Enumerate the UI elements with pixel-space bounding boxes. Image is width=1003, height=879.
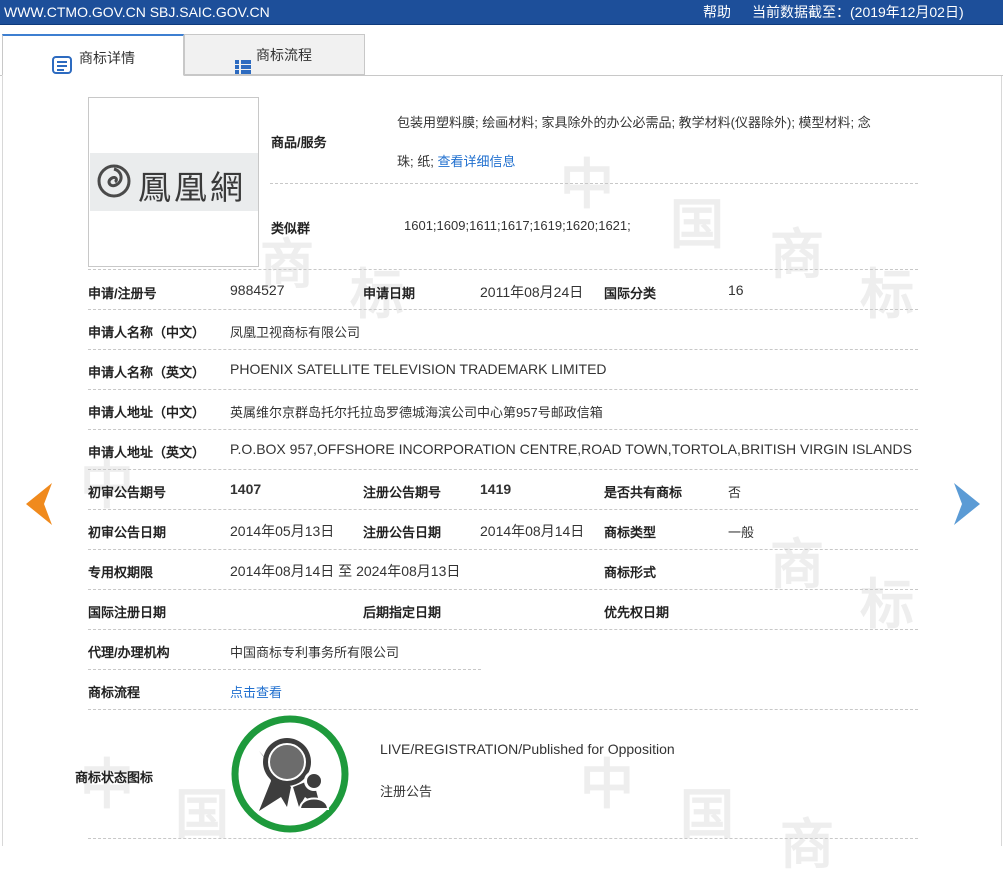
divider bbox=[88, 669, 481, 670]
divider bbox=[88, 429, 918, 430]
tm-type-value: 一般 bbox=[728, 525, 755, 540]
view-details-link[interactable]: 查看详细信息 bbox=[437, 154, 515, 169]
flow-link[interactable]: 点击查看 bbox=[230, 682, 282, 701]
status-cn: 注册公告 bbox=[380, 784, 433, 799]
divider bbox=[88, 838, 918, 839]
divider bbox=[88, 269, 918, 270]
exclusive-value: 2014年08月14日 至 2024年08月13日 bbox=[230, 563, 461, 579]
prelim-no-label: 初审公告期号 bbox=[88, 485, 167, 500]
prelim-date-value: 2014年05月13日 bbox=[230, 523, 335, 539]
prelim-date-label: 初审公告日期 bbox=[88, 525, 167, 540]
agent-value: 中国商标专利事务所有限公司 bbox=[230, 645, 400, 660]
trademark-image: 鳳凰網 bbox=[88, 97, 259, 267]
reg-no-value: 9884527 bbox=[230, 282, 285, 298]
tab-trademark-details[interactable]: 商标详情 bbox=[2, 34, 184, 76]
app-date-value: 2011年08月24日 bbox=[480, 284, 584, 300]
goods-line2: 珠; 纸; 查看详细信息 bbox=[397, 154, 516, 169]
address-en-value: P.O.BOX 957,OFFSHORE INCORPORATION CENTR… bbox=[230, 441, 912, 457]
flow-label: 商标流程 bbox=[88, 685, 141, 700]
intl-class-label: 国际分类 bbox=[604, 286, 657, 301]
intl-reg-label: 国际注册日期 bbox=[88, 605, 167, 620]
phoenix-swirl-logo-icon bbox=[97, 164, 131, 198]
intl-class-value: 16 bbox=[728, 282, 744, 298]
prev-arrow-icon[interactable] bbox=[22, 481, 56, 527]
address-cn-value: 英属维尔京群岛托尔托拉岛罗德城海滨公司中心第957号邮政信箱 bbox=[230, 405, 603, 420]
divider bbox=[88, 389, 918, 390]
divider bbox=[88, 549, 918, 550]
tm-form-label: 商标形式 bbox=[604, 565, 657, 580]
applicant-en-value: PHOENIX SATELLITE TELEVISION TRADEMARK L… bbox=[230, 361, 607, 377]
address-en-label: 申请人地址（英文） bbox=[88, 445, 206, 460]
list-icon bbox=[235, 49, 251, 90]
status-label: 商标状态图标 bbox=[75, 770, 154, 785]
prelim-no-value: 1407 bbox=[230, 481, 262, 497]
data-date: 当前数据截至：(2019年12月02日) bbox=[752, 4, 964, 20]
divider bbox=[88, 509, 918, 510]
divider bbox=[270, 183, 918, 184]
applicant-cn-value: 凤凰卫视商标有限公司 bbox=[230, 325, 361, 340]
priority-label: 优先权日期 bbox=[604, 605, 670, 620]
top-bar: WWW.CTMO.GOV.CN SBJ.SAIC.GOV.CN 帮助 当前数据截… bbox=[0, 0, 1003, 25]
site-domains: WWW.CTMO.GOV.CN SBJ.SAIC.GOV.CN bbox=[4, 4, 270, 20]
app-date-label: 申请日期 bbox=[363, 286, 416, 301]
reg-no-label: 申请/注册号 bbox=[88, 286, 157, 301]
document-list-icon bbox=[52, 49, 72, 90]
goods-label: 商品/服务 bbox=[271, 135, 327, 150]
help-link[interactable]: 帮助 bbox=[703, 0, 731, 24]
exclusive-label: 专用权期限 bbox=[88, 565, 154, 580]
trademark-logo: 鳳凰網 bbox=[90, 153, 258, 211]
similar-group-label: 类似群 bbox=[271, 221, 311, 236]
divider bbox=[88, 589, 918, 590]
agent-label: 代理/办理机构 bbox=[88, 645, 170, 660]
reg-pub-no-value: 1419 bbox=[480, 481, 512, 497]
divider bbox=[88, 349, 918, 350]
next-arrow-icon[interactable] bbox=[950, 481, 984, 527]
reg-pub-date-value: 2014年08月14日 bbox=[480, 523, 585, 539]
divider bbox=[88, 629, 918, 630]
shared-label: 是否共有商标 bbox=[604, 485, 683, 500]
divider bbox=[88, 469, 918, 470]
tab-trademark-process[interactable]: 商标流程 bbox=[184, 34, 365, 75]
address-cn-label: 申请人地址（中文） bbox=[88, 405, 206, 420]
applicant-en-label: 申请人名称（英文） bbox=[88, 365, 206, 380]
divider bbox=[88, 309, 918, 310]
trademark-text: 鳳凰網 bbox=[138, 168, 246, 207]
reg-pub-date-label: 注册公告日期 bbox=[363, 525, 442, 540]
goods-line1: 包装用塑料膜; 绘画材料; 家具除外的办公必需品; 教学材料(仪器除外); 模型… bbox=[397, 115, 871, 130]
status-en: LIVE/REGISTRATION/Published for Oppositi… bbox=[380, 741, 675, 757]
registration-status-icon bbox=[231, 715, 349, 833]
reg-pub-no-label: 注册公告期号 bbox=[363, 485, 442, 500]
similar-group-value: 1601;1609;1611;1617;1619;1620;1621; bbox=[404, 218, 631, 233]
divider bbox=[88, 709, 918, 710]
shared-value: 否 bbox=[728, 485, 742, 500]
later-label: 后期指定日期 bbox=[363, 605, 442, 620]
applicant-cn-label: 申请人名称（中文） bbox=[88, 325, 206, 340]
tm-type-label: 商标类型 bbox=[604, 525, 657, 540]
